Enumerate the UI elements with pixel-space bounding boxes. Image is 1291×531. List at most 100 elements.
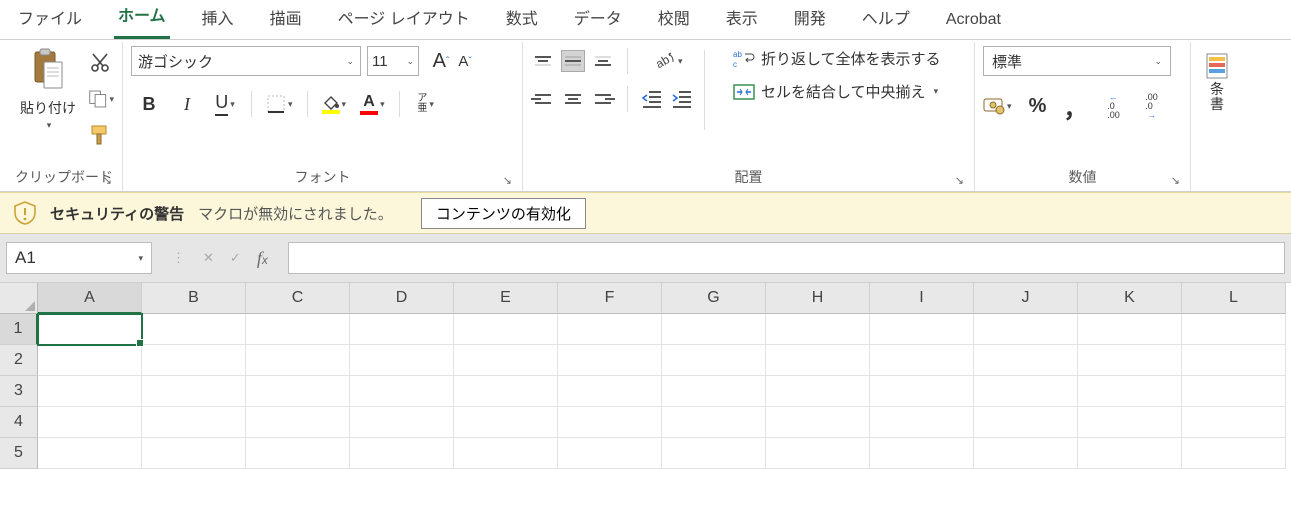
merge-center-button[interactable]: セルを結合して中央揃え ▾ xyxy=(733,81,941,102)
cell[interactable] xyxy=(662,345,766,376)
column-header[interactable]: E xyxy=(454,283,558,314)
increase-decimal-button[interactable]: ← .0 .00 xyxy=(1102,92,1126,120)
tab-view[interactable]: 表示 xyxy=(722,0,762,39)
column-header[interactable]: D xyxy=(350,283,454,314)
formula-input[interactable] xyxy=(288,242,1285,274)
cell[interactable] xyxy=(1078,314,1182,345)
align-middle-button[interactable] xyxy=(561,50,585,72)
cell[interactable] xyxy=(38,438,142,469)
name-box[interactable]: A1 ▾ xyxy=(6,242,152,274)
copy-button[interactable]: ▾ xyxy=(88,86,114,112)
border-button[interactable]: ▾ xyxy=(266,90,293,118)
cell[interactable] xyxy=(142,376,246,407)
cell[interactable] xyxy=(246,407,350,438)
cell[interactable] xyxy=(766,314,870,345)
cell[interactable] xyxy=(870,345,974,376)
tab-home[interactable]: ホーム xyxy=(114,0,170,39)
tab-file[interactable]: ファイル xyxy=(14,0,86,39)
decrease-decimal-button[interactable]: .00 .0 → xyxy=(1140,92,1164,120)
percent-style-button[interactable]: % xyxy=(1026,92,1050,120)
insert-function-button[interactable]: fx xyxy=(257,248,268,269)
cell[interactable] xyxy=(246,345,350,376)
italic-button[interactable]: I xyxy=(175,90,199,118)
cell[interactable] xyxy=(974,345,1078,376)
bold-button[interactable]: B xyxy=(137,90,161,118)
cell[interactable] xyxy=(246,438,350,469)
tab-draw[interactable]: 描画 xyxy=(266,0,306,39)
cell[interactable] xyxy=(454,314,558,345)
cell[interactable] xyxy=(350,376,454,407)
cell[interactable] xyxy=(558,407,662,438)
cell[interactable] xyxy=(558,376,662,407)
column-header[interactable]: F xyxy=(558,283,662,314)
formula-more-icon[interactable]: ⋮ xyxy=(172,250,187,266)
cancel-formula-button[interactable]: ✕ xyxy=(203,250,214,266)
cell[interactable] xyxy=(870,438,974,469)
cell[interactable] xyxy=(142,407,246,438)
tab-page-layout[interactable]: ページ レイアウト xyxy=(334,0,474,39)
cell[interactable] xyxy=(558,438,662,469)
phonetic-guide-button[interactable]: ア 亜 ▾ xyxy=(414,90,438,118)
column-header[interactable]: I xyxy=(870,283,974,314)
underline-button[interactable]: U▾ xyxy=(213,90,237,118)
cell[interactable] xyxy=(1182,407,1286,438)
row-header[interactable]: 4 xyxy=(0,407,38,438)
cell[interactable] xyxy=(558,314,662,345)
row-header[interactable]: 3 xyxy=(0,376,38,407)
column-header[interactable]: B xyxy=(142,283,246,314)
tab-review[interactable]: 校閲 xyxy=(654,0,694,39)
font-launcher[interactable]: ↘ xyxy=(503,174,512,187)
cell[interactable] xyxy=(1182,345,1286,376)
cell[interactable] xyxy=(246,376,350,407)
column-header[interactable]: K xyxy=(1078,283,1182,314)
format-painter-button[interactable] xyxy=(88,122,114,148)
cell[interactable] xyxy=(38,376,142,407)
row-header[interactable]: 1 xyxy=(0,314,38,345)
comma-style-button[interactable]: ， xyxy=(1064,92,1088,120)
wrap-text-button[interactable]: abc 折り返して全体を表示する xyxy=(733,48,941,69)
cell[interactable] xyxy=(974,376,1078,407)
cell[interactable] xyxy=(350,438,454,469)
cell[interactable] xyxy=(142,438,246,469)
cell[interactable] xyxy=(1182,438,1286,469)
align-top-button[interactable] xyxy=(531,50,555,72)
tab-insert[interactable]: 挿入 xyxy=(198,0,238,39)
tab-help[interactable]: ヘルプ xyxy=(858,0,914,39)
accounting-format-button[interactable]: ▾ xyxy=(983,92,1012,120)
select-all-corner[interactable] xyxy=(0,283,38,314)
cell[interactable] xyxy=(766,407,870,438)
paste-button[interactable]: 貼り付け ▾ xyxy=(14,46,82,133)
cell[interactable] xyxy=(974,314,1078,345)
cell[interactable] xyxy=(870,407,974,438)
cell[interactable] xyxy=(1078,407,1182,438)
cell[interactable] xyxy=(662,376,766,407)
cell[interactable] xyxy=(246,314,350,345)
tab-developer[interactable]: 開発 xyxy=(790,0,830,39)
cell[interactable] xyxy=(350,345,454,376)
alignment-launcher[interactable]: ↘ xyxy=(955,174,964,187)
cell[interactable] xyxy=(558,345,662,376)
number-format-select[interactable]: 標準 ⌄ xyxy=(983,46,1171,76)
cell[interactable] xyxy=(454,376,558,407)
align-left-button[interactable] xyxy=(531,88,555,110)
decrease-indent-button[interactable] xyxy=(640,88,664,110)
cell[interactable] xyxy=(1078,438,1182,469)
cell[interactable] xyxy=(974,438,1078,469)
cell[interactable] xyxy=(662,407,766,438)
row-header[interactable]: 2 xyxy=(0,345,38,376)
cell[interactable] xyxy=(350,407,454,438)
font-name-select[interactable]: 游ゴシック ⌄ xyxy=(131,46,361,76)
align-bottom-button[interactable] xyxy=(591,50,615,72)
column-header[interactable]: G xyxy=(662,283,766,314)
number-launcher[interactable]: ↘ xyxy=(1171,174,1180,187)
cell[interactable] xyxy=(766,376,870,407)
column-header[interactable]: C xyxy=(246,283,350,314)
tab-formulas[interactable]: 数式 xyxy=(502,0,542,39)
align-center-button[interactable] xyxy=(561,88,585,110)
fill-color-button[interactable]: ▾ xyxy=(322,90,347,118)
cell[interactable] xyxy=(1182,376,1286,407)
cell[interactable] xyxy=(766,345,870,376)
increase-indent-button[interactable] xyxy=(670,88,694,110)
cell[interactable] xyxy=(766,438,870,469)
row-header[interactable]: 5 xyxy=(0,438,38,469)
